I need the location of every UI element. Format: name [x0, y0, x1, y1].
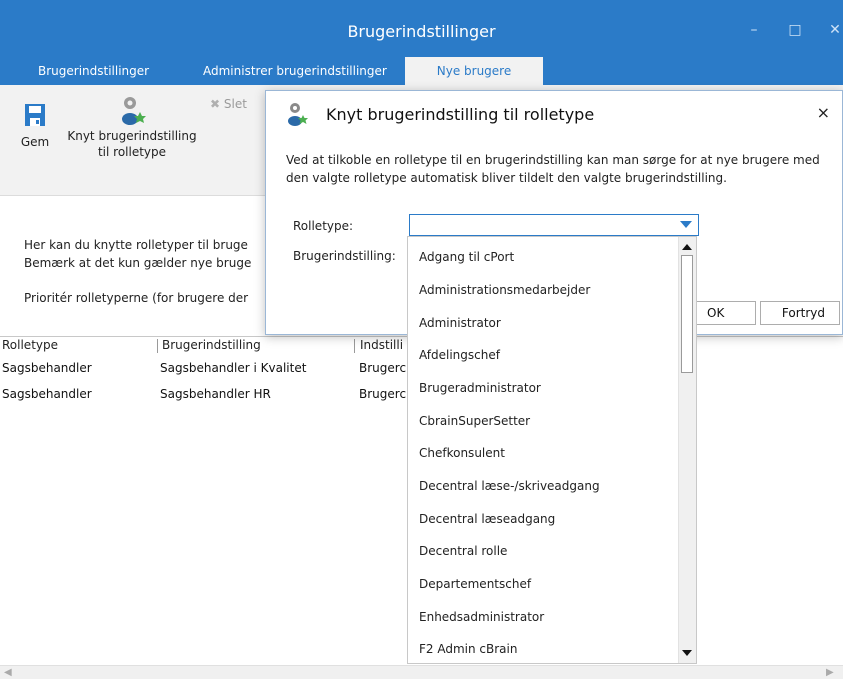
scroll-left-icon[interactable]: ◀	[4, 667, 12, 678]
dropdown-option[interactable]: Decentral læseadgang	[419, 512, 555, 526]
delete-button[interactable]: ✖ Slet	[210, 97, 260, 111]
dropdown-option[interactable]: CbrainSuperSetter	[419, 414, 530, 428]
dropdown-scrollbar[interactable]	[678, 237, 696, 663]
dropdown-option[interactable]: Afdelingschef	[419, 348, 500, 362]
tab-bar: Brugerindstillinger Administrer brugerin…	[0, 57, 843, 85]
scrollbar-thumb[interactable]	[681, 255, 693, 373]
cell-indstilling: Brugerc	[359, 361, 407, 375]
link-setting-button[interactable]: Knyt brugerindstilling til rolletype	[62, 95, 202, 159]
dialog-description-line-2: den valgte rolletype automatisk bliver t…	[286, 171, 727, 185]
dropdown-option[interactable]: Departementschef	[419, 577, 531, 591]
dropdown-option[interactable]: Enhedsadministrator	[419, 610, 544, 624]
role-type-dropdown-list[interactable]: Adgang til cPort Administrationsmedarbej…	[407, 236, 697, 664]
role-type-label: Rolletype:	[293, 219, 354, 233]
window-title: Brugerindstillinger	[347, 22, 496, 41]
dropdown-option[interactable]: F2 Admin cBrain	[419, 642, 517, 656]
cell-indstilling: Brugerc	[359, 387, 407, 401]
cell-brugerindstilling: Sagsbehandler HR	[160, 387, 271, 401]
dropdown-option[interactable]: Brugeradministrator	[419, 381, 541, 395]
save-button[interactable]: Gem	[20, 103, 50, 149]
column-divider[interactable]	[157, 339, 158, 353]
save-label: Gem	[20, 135, 50, 149]
tab-brugerindstillinger[interactable]: Brugerindstillinger	[38, 57, 149, 85]
column-header-brugerindstilling[interactable]: Brugerindstilling	[162, 338, 261, 352]
delete-label: Slet	[223, 97, 247, 111]
dialog-description-line-1: Ved at tilkoble en rolletype til en brug…	[286, 153, 820, 167]
user-setting-label: Brugerindstilling:	[293, 249, 396, 263]
dropdown-option[interactable]: Adgang til cPort	[419, 250, 514, 264]
maximize-button[interactable]: □	[786, 22, 804, 38]
dropdown-option[interactable]: Administrationsmedarbejder	[419, 283, 590, 297]
cell-rolletype: Sagsbehandler	[2, 387, 92, 401]
dialog-title: Knyt brugerindstilling til rolletype	[326, 105, 595, 124]
info-line-3: Prioritér rolletyperne (for brugere der	[24, 291, 249, 305]
scroll-up-icon[interactable]	[682, 244, 692, 250]
link-setting-label-1: Knyt brugerindstilling	[67, 129, 197, 143]
cell-brugerindstilling: Sagsbehandler i Kvalitet	[160, 361, 307, 375]
dialog-description: Ved at tilkoble en rolletype til en brug…	[286, 151, 842, 187]
minimize-button[interactable]: –	[745, 22, 763, 38]
save-icon	[25, 104, 45, 126]
link-setting-label-2: til rolletype	[97, 145, 167, 159]
scroll-down-icon[interactable]	[682, 650, 692, 656]
info-line-1: Her kan du knytte rolletyper til bruge	[24, 238, 248, 252]
delete-icon: ✖	[210, 97, 221, 111]
scroll-right-icon[interactable]: ▶	[826, 667, 834, 678]
column-header-rolletype[interactable]: Rolletype	[2, 338, 58, 352]
cancel-button[interactable]: Fortryd	[760, 301, 840, 325]
title-bar: Brugerindstillinger – □ ✕	[0, 0, 843, 57]
gear-user-icon	[288, 103, 308, 126]
dropdown-option[interactable]: Decentral læse-/skriveadgang	[419, 479, 600, 493]
dropdown-option[interactable]: Chefkonsulent	[419, 446, 505, 460]
horizontal-scrollbar[interactable]: ◀ ▶	[0, 665, 843, 679]
tab-administrer-brugerindstillinger[interactable]: Administrer brugerindstillinger	[203, 57, 387, 85]
dialog-close-button[interactable]: ×	[817, 103, 830, 122]
gear-user-icon	[122, 97, 146, 125]
role-type-combobox[interactable]	[409, 214, 699, 236]
dropdown-option[interactable]: Decentral rolle	[419, 544, 507, 558]
ok-button[interactable]: OK	[696, 301, 756, 325]
close-window-button[interactable]: ✕	[826, 22, 843, 38]
tab-nye-brugere[interactable]: Nye brugere	[405, 57, 543, 85]
dropdown-option[interactable]: Administrator	[419, 316, 501, 330]
chevron-down-icon[interactable]	[680, 221, 692, 228]
info-line-2: Bemærk at det kun gælder nye bruge	[24, 256, 252, 270]
column-header-indstilling[interactable]: Indstilli	[360, 338, 403, 352]
column-divider[interactable]	[354, 339, 355, 353]
cell-rolletype: Sagsbehandler	[2, 361, 92, 375]
